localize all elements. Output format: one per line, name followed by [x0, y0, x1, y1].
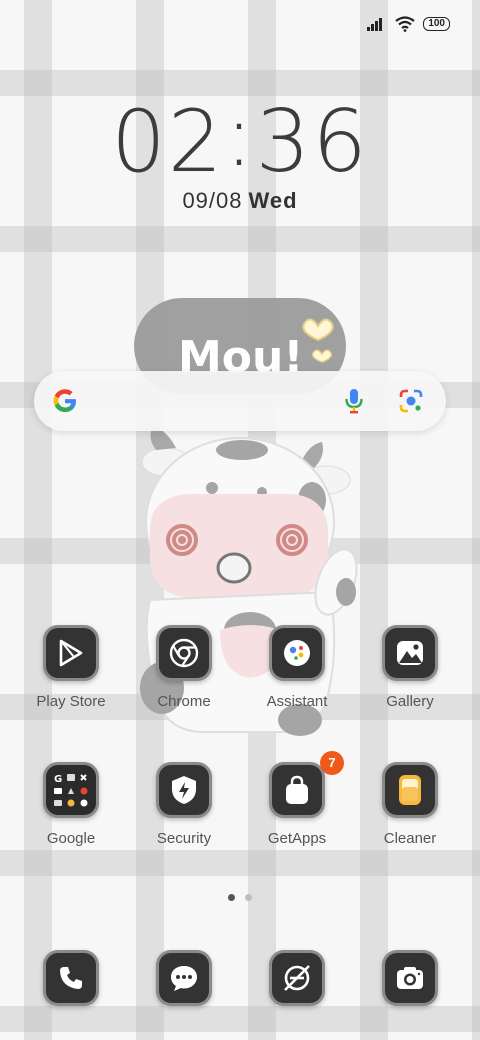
- gallery-icon: [382, 625, 438, 681]
- google-g-icon: [53, 389, 76, 412]
- messages-icon: [156, 950, 212, 1006]
- dock-browser[interactable]: [242, 950, 352, 1006]
- clock-minutes: 36: [255, 92, 369, 192]
- play-store-icon: [43, 625, 99, 681]
- svg-text:G: G: [54, 774, 62, 785]
- cleaner-icon: [382, 762, 438, 818]
- dock-messages[interactable]: [129, 950, 239, 1006]
- app-label: Assistant: [266, 693, 328, 710]
- browser-icon: [269, 950, 325, 1006]
- clock-separator: :: [224, 86, 256, 186]
- day-text: Wed: [248, 188, 298, 213]
- wifi-icon: [395, 16, 415, 32]
- mic-icon[interactable]: [344, 387, 364, 415]
- getapps-icon: 7: [269, 751, 344, 818]
- app-play-store[interactable]: Play Store: [16, 625, 126, 710]
- search-bar[interactable]: [34, 371, 446, 431]
- app-label: Play Store: [36, 693, 106, 710]
- app-label: Cleaner: [383, 830, 437, 847]
- app-label: Gallery: [386, 693, 434, 710]
- camera-icon: [382, 950, 438, 1006]
- page-dot-active: [228, 894, 235, 901]
- status-bar: 100: [367, 16, 450, 32]
- app-label: Google: [46, 830, 96, 847]
- page-dot: [245, 894, 252, 901]
- clock-hours: 02: [111, 92, 225, 192]
- dock-phone[interactable]: [16, 950, 126, 1006]
- phone-icon: [43, 950, 99, 1006]
- assistant-icon: [269, 625, 325, 681]
- app-getapps[interactable]: 7 GetApps: [242, 751, 352, 847]
- battery-indicator: 100: [423, 17, 450, 31]
- google-folder-icon: G: [43, 762, 99, 818]
- app-security[interactable]: Security: [129, 762, 239, 847]
- lock-clock[interactable]: 02:36: [0, 86, 480, 192]
- security-icon: [156, 762, 212, 818]
- lens-icon[interactable]: [398, 388, 424, 414]
- app-label: Security: [156, 830, 212, 847]
- app-cleaner[interactable]: Cleaner: [355, 762, 465, 847]
- app-gallery[interactable]: Gallery: [355, 625, 465, 710]
- date-display[interactable]: 09/08 Wed: [0, 188, 480, 214]
- app-assistant[interactable]: Assistant: [242, 625, 352, 710]
- app-chrome[interactable]: Chrome: [129, 625, 239, 710]
- date-text: 09/08: [182, 188, 243, 213]
- page-indicator[interactable]: [228, 894, 252, 901]
- app-google-folder[interactable]: G Google: [16, 762, 126, 847]
- chrome-icon: [156, 625, 212, 681]
- app-label: Chrome: [157, 693, 211, 710]
- notification-badge: 7: [320, 751, 344, 775]
- dock-camera[interactable]: [355, 950, 465, 1006]
- app-label: GetApps: [267, 830, 327, 847]
- signal-icon: [367, 18, 383, 31]
